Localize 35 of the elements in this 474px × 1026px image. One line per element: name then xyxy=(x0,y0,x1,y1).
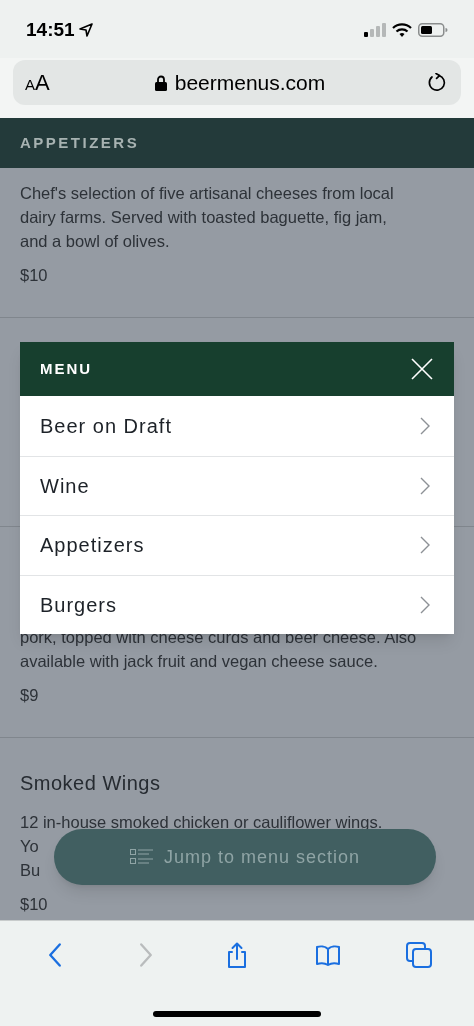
menu-item[interactable]: Wine xyxy=(20,455,454,515)
item-description: and a bowl of olives. xyxy=(20,231,170,252)
item-price: $10 xyxy=(20,894,48,915)
close-button[interactable] xyxy=(410,357,434,381)
list-icon xyxy=(129,848,154,866)
section-title: APPETIZERS xyxy=(20,132,140,153)
address-bar[interactable]: AA beermenus.com xyxy=(13,60,461,105)
chevron-right-icon xyxy=(420,416,430,435)
chevron-right-icon xyxy=(420,595,430,614)
tabs-icon xyxy=(405,942,432,968)
item-price: $10 xyxy=(20,265,48,286)
wifi-icon xyxy=(392,23,412,37)
item-description: available with jack fruit and vegan cheese sauce. xyxy=(20,651,378,672)
lock-icon xyxy=(154,74,167,91)
status-time: 14:51 xyxy=(26,17,75,42)
back-icon xyxy=(49,943,62,967)
menu-item[interactable]: Beer on Draft xyxy=(20,396,454,456)
item-description: Bu xyxy=(20,860,41,881)
menu-item[interactable]: Appetizers xyxy=(20,515,454,575)
item-description: dairy farms. Served with toasted baguette, fig jam, xyxy=(20,207,387,228)
forward-icon xyxy=(140,943,153,967)
url-text: beermenus.com xyxy=(174,69,326,96)
menu-title: MENU xyxy=(40,358,93,379)
signal-icon xyxy=(364,23,386,37)
location-arrow-icon xyxy=(78,23,93,37)
item-title: Smoked Wings xyxy=(20,771,162,796)
text-size-button[interactable]: AA xyxy=(25,66,65,99)
book-icon xyxy=(314,942,341,968)
item-description: Chef's selection of five artisanal cheeses from local xyxy=(20,183,394,204)
battery-icon xyxy=(418,23,448,37)
chevron-right-icon xyxy=(420,536,430,555)
item-description: Yo xyxy=(20,836,39,857)
item-price: $9 xyxy=(20,685,39,706)
chevron-right-icon xyxy=(420,476,430,495)
menu-item[interactable]: Burgers xyxy=(20,574,454,634)
